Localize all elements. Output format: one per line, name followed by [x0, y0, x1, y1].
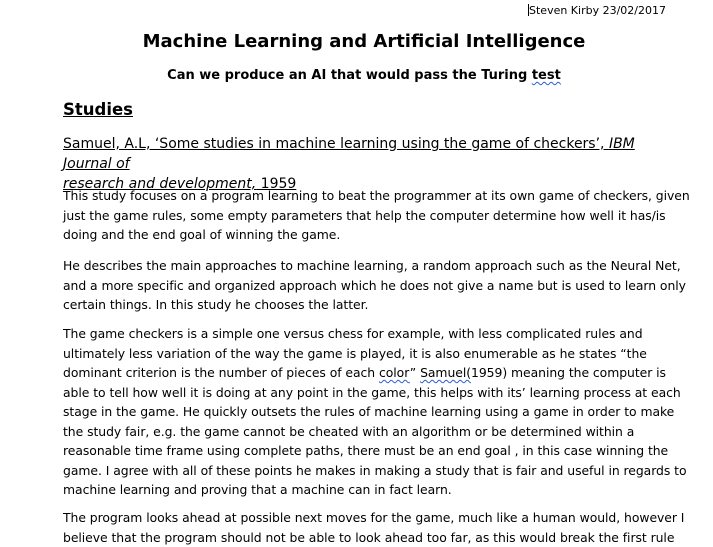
section-heading-studies: Studies — [63, 100, 133, 119]
paragraph-line: reasonable time frame using complete pat… — [63, 443, 669, 458]
citation-text: Samuel, A.L, ‘Some studies in machine le… — [63, 136, 609, 152]
spellcheck-word-color[interactable]: color — [379, 365, 410, 380]
paragraph-line: game. I agree with all of these points h… — [63, 462, 687, 478]
document-page: Steven Kirby 23/02/2017 Machine Learning… — [0, 0, 713, 547]
paragraph-line: ultimately less variation of the way the… — [63, 345, 647, 361]
paragraph-1: This study focuses on a program learning… — [63, 186, 690, 245]
paragraph-3: The game checkers is a simple one versus… — [63, 324, 687, 500]
paragraph-line: The game checkers is a simple one versus… — [63, 326, 643, 341]
line-segment: ” — [409, 365, 421, 380]
paragraph-line: believe that the program should not be a… — [63, 529, 675, 545]
paragraph-4: The program looks ahead at possible next… — [63, 508, 685, 547]
citation-reference: Samuel, A.L, ‘Some studies in machine le… — [63, 134, 673, 194]
paragraph-line: stage in the game. He quickly outsets th… — [63, 404, 675, 419]
author-date-line: Steven Kirby 23/02/2017 — [528, 4, 666, 18]
subtitle-text: Can we produce an AI that would pass the… — [167, 68, 532, 83]
paragraph-line: doing and the end goal of winning the ga… — [63, 227, 341, 242]
paragraph-line: able to tell how well it is doing at any… — [63, 384, 681, 400]
paragraph-line: certain things. In this study he chooses… — [63, 297, 369, 312]
document-title: Machine Learning and Artificial Intellig… — [142, 31, 586, 52]
document-subtitle: Can we produce an AI that would pass the… — [0, 67, 713, 85]
paragraph-2: He describes the main approaches to mach… — [63, 256, 686, 315]
paragraph-line: He describes the main approaches to mach… — [63, 258, 681, 273]
paragraph-line: dominant criterion is the number of piec… — [63, 363, 669, 383]
paragraph-line: the study fair, e.g. the game cannot be … — [63, 423, 635, 439]
line-segment: dominant criterion is the number of piec… — [63, 365, 379, 380]
author-date-text: Steven Kirby 23/02/2017 — [529, 4, 666, 17]
paragraph-line: The program looks ahead at possible next… — [63, 510, 685, 525]
line-segment: 1959) meaning the computer is — [471, 365, 666, 380]
spellcheck-word-test[interactable]: test — [532, 68, 561, 83]
paragraph-line: and a more specific and organized approa… — [63, 277, 686, 293]
paragraph-line: just the game rules, some empty paramete… — [63, 207, 666, 223]
paragraph-line: This study focuses on a program learning… — [63, 188, 690, 203]
paragraph-line: machine learning and proving that a mach… — [63, 482, 452, 497]
spellcheck-word-samuel[interactable]: Samuel( — [420, 365, 471, 380]
